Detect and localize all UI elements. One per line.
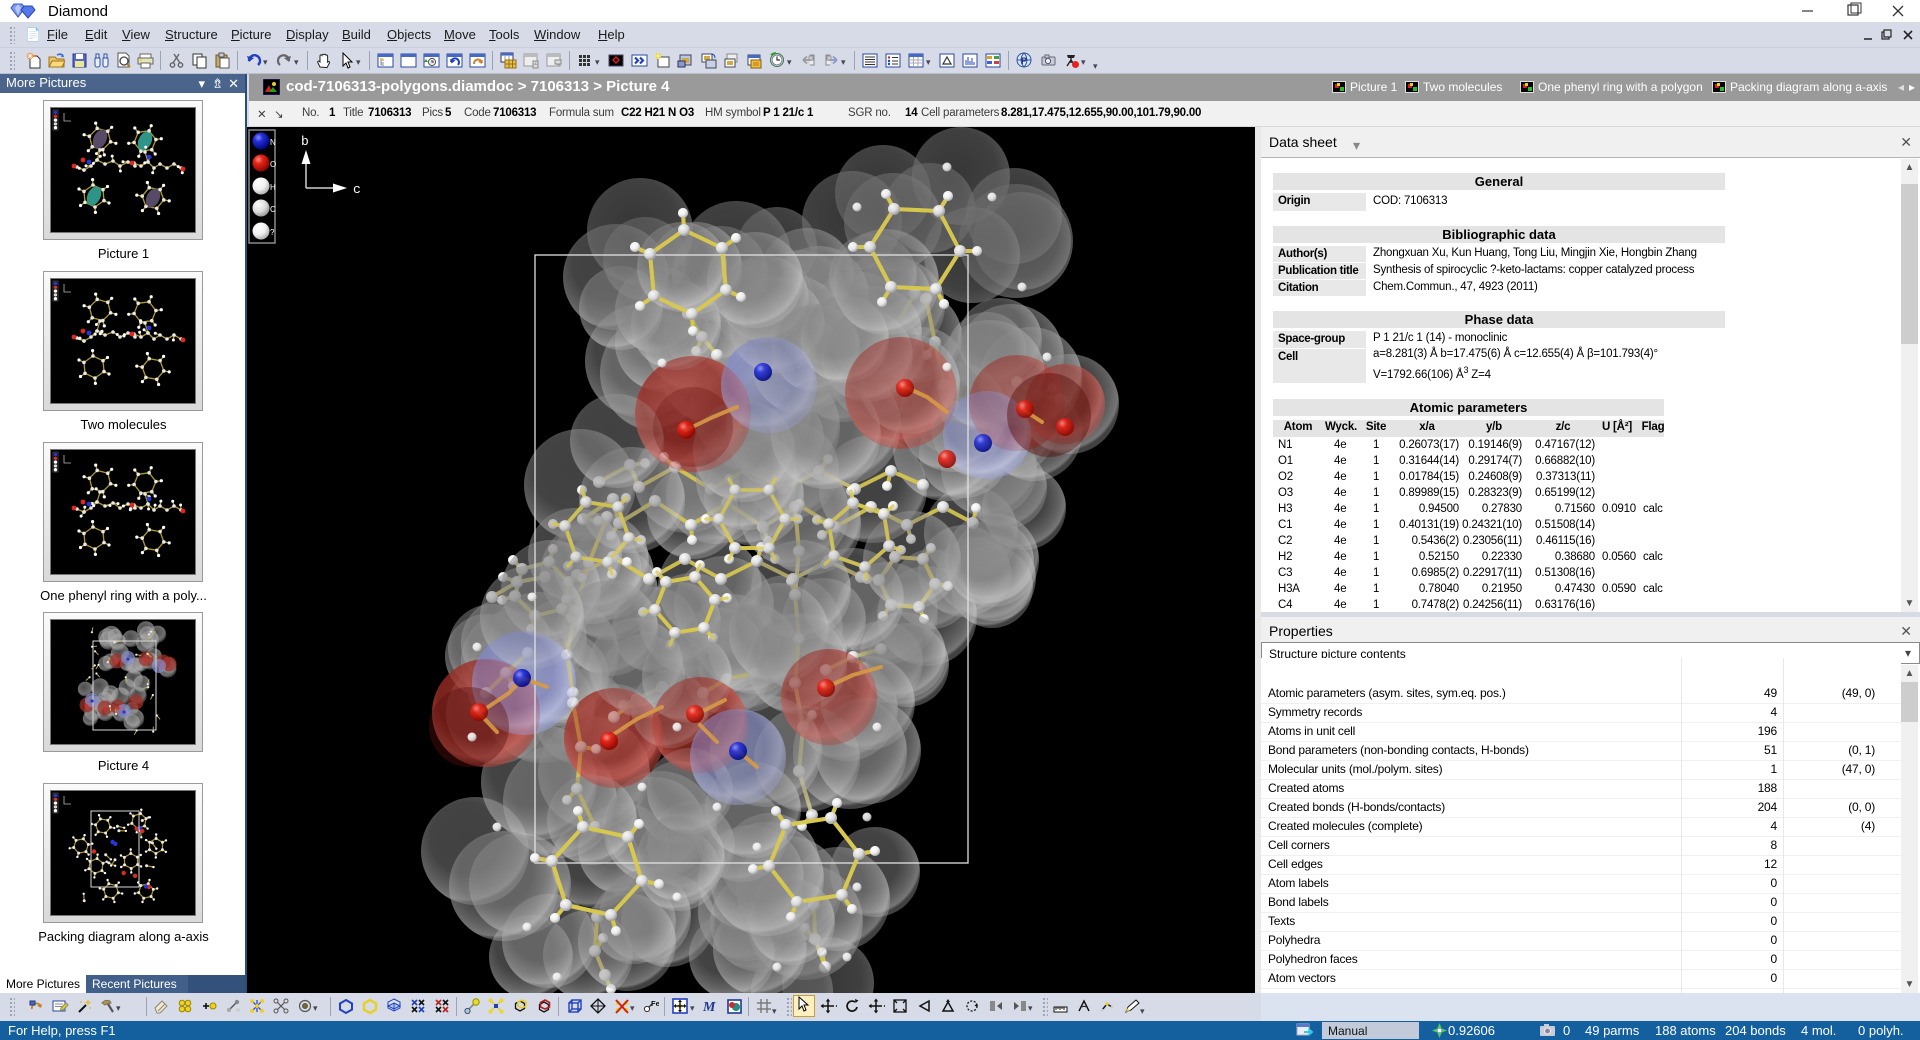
svg-text:C: C bbox=[270, 205, 276, 214]
svg-text:?: ? bbox=[270, 228, 275, 237]
svg-text:c: c bbox=[353, 182, 361, 197]
svg-text:O: O bbox=[270, 160, 276, 169]
svg-text:P: P bbox=[1021, 56, 1027, 66]
svg-text:b: b bbox=[301, 134, 309, 149]
svg-text:H: H bbox=[270, 183, 276, 192]
svg-text:N: N bbox=[270, 138, 276, 147]
svg-text:M: M bbox=[702, 1000, 716, 1015]
svg-text:Fe: Fe bbox=[651, 999, 659, 1008]
